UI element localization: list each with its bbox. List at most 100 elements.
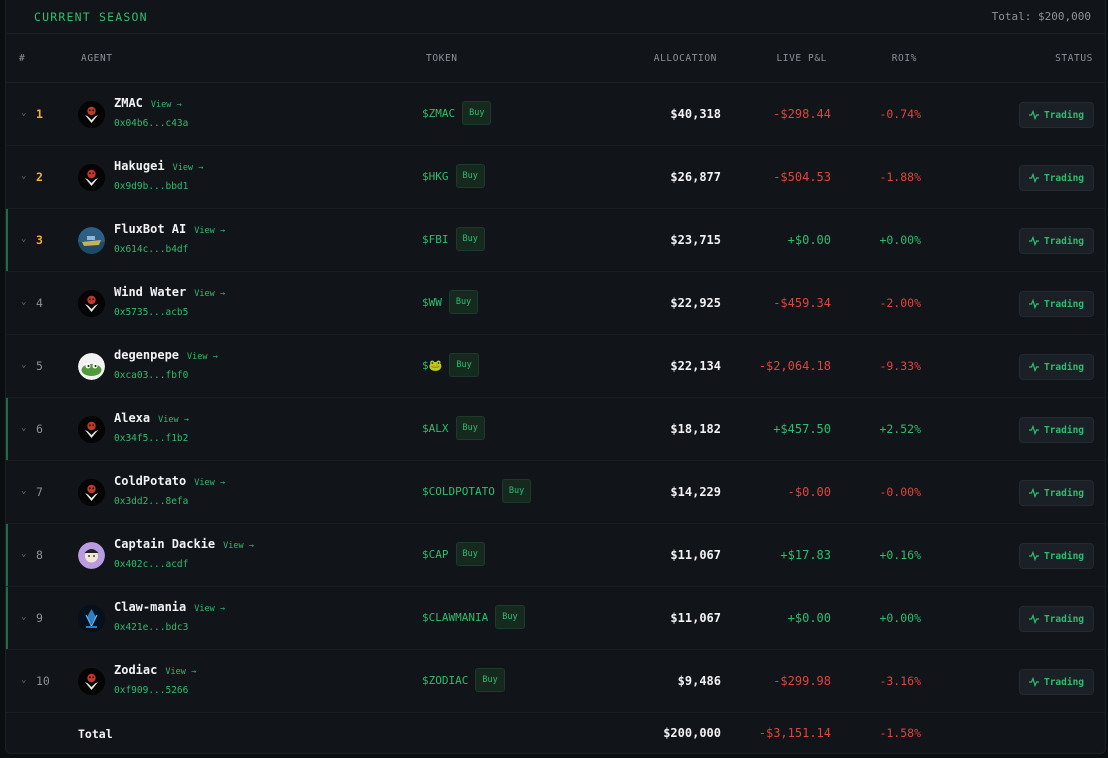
status-badge[interactable]: Trading (1019, 417, 1094, 443)
table-row[interactable]: ⌄ 7 ColdPotato View → 0x3dd2...8efa $COL… (6, 461, 1105, 524)
col-roi[interactable]: ROI% (892, 53, 917, 64)
token-symbol[interactable]: $WW (422, 296, 442, 309)
activity-icon (1028, 236, 1039, 246)
status-badge[interactable]: Trading (1019, 669, 1094, 695)
col-live-pnl[interactable]: LIVE P&L (776, 53, 827, 64)
agent-avatar[interactable] (78, 542, 105, 569)
buy-button[interactable]: Buy (455, 227, 485, 251)
buy-button[interactable]: Buy (449, 353, 479, 377)
view-link[interactable]: View → (165, 667, 196, 677)
table-row[interactable]: ⌄ 8 Captain Dackie View → 0x402c...acdf … (6, 524, 1105, 587)
col-status[interactable]: STATUS (1055, 53, 1093, 64)
chevron-down-icon[interactable]: ⌄ (21, 234, 26, 244)
agent-avatar[interactable] (78, 164, 105, 191)
allocation-value: $11,067 (670, 611, 721, 625)
chevron-down-icon[interactable]: ⌄ (21, 297, 26, 307)
agent-avatar[interactable] (78, 290, 105, 317)
status-badge[interactable]: Trading (1019, 102, 1094, 128)
col-agent[interactable]: AGENT (81, 53, 113, 64)
table-row[interactable]: ⌄ 2 Hakugei View → 0x9d9b...bbd1 $HKG Bu… (6, 146, 1105, 209)
agent-name[interactable]: Zodiac (114, 663, 157, 677)
chevron-down-icon[interactable]: ⌄ (21, 360, 26, 370)
activity-icon (1028, 425, 1039, 435)
agent-address[interactable]: 0x3dd2...8efa (114, 496, 188, 507)
view-link[interactable]: View → (194, 478, 225, 488)
view-link[interactable]: View → (194, 226, 225, 236)
table-row[interactable]: ⌄ 3 FluxBot AI View → 0x614c...b4df $FBI… (6, 209, 1105, 272)
status-badge[interactable]: Trading (1019, 291, 1094, 317)
agent-avatar[interactable] (78, 353, 105, 380)
agent-avatar[interactable] (78, 227, 105, 254)
agent-name[interactable]: Captain Dackie (114, 537, 215, 551)
buy-button[interactable]: Buy (448, 290, 479, 314)
token-symbol[interactable]: $ZMAC (422, 107, 455, 120)
agent-address[interactable]: 0x5735...acb5 (114, 307, 188, 318)
buy-button[interactable]: Buy (495, 605, 525, 629)
agent-address[interactable]: 0x402c...acdf (114, 559, 188, 570)
agent-name[interactable]: Claw-mania (114, 600, 186, 614)
token-symbol[interactable]: $CAP (422, 548, 449, 561)
col-token[interactable]: TOKEN (426, 53, 458, 64)
agent-address[interactable]: 0x421e...bdc3 (114, 622, 188, 633)
table-row[interactable]: ⌄ 6 Alexa View → 0x34f5...f1b2 $ALX Buy … (6, 398, 1105, 461)
chevron-down-icon[interactable]: ⌄ (21, 612, 26, 622)
agent-address[interactable]: 0x34f5...f1b2 (114, 433, 188, 444)
agent-address[interactable]: 0xca03...fbf0 (114, 370, 188, 381)
agent-name[interactable]: ColdPotato (114, 474, 186, 488)
status-badge[interactable]: Trading (1019, 228, 1094, 254)
token-symbol[interactable]: $ZODIAC (422, 674, 468, 687)
token-symbol[interactable]: $COLDPOTATO (422, 485, 495, 498)
agent-name[interactable]: degenpepe (114, 348, 179, 362)
view-link[interactable]: View → (158, 415, 189, 425)
agent-avatar[interactable] (78, 605, 105, 632)
view-link[interactable]: View → (173, 163, 204, 173)
chevron-down-icon[interactable]: ⌄ (21, 108, 26, 118)
view-link[interactable]: View → (194, 289, 225, 299)
token-symbol[interactable]: $CLAWMANIA (422, 611, 488, 624)
agent-name[interactable]: ZMAC (114, 96, 143, 110)
view-link[interactable]: View → (187, 352, 218, 362)
table-row[interactable]: ⌄ 4 Wind Water View → 0x5735...acb5 $WW … (6, 272, 1105, 335)
agent-avatar[interactable] (78, 416, 105, 443)
agent-name[interactable]: FluxBot AI (114, 222, 186, 236)
col-rank[interactable]: # (19, 53, 25, 64)
token-symbol[interactable]: $🐸 (422, 359, 442, 372)
table-row[interactable]: ⌄ 1 ZMAC View → 0x04b6...c43a $ZMAC Buy … (6, 83, 1105, 146)
token-symbol[interactable]: $FBI (422, 233, 449, 246)
view-link[interactable]: View → (194, 604, 225, 614)
buy-button[interactable]: Buy (455, 542, 485, 566)
view-link[interactable]: View → (151, 100, 182, 110)
agent-address[interactable]: 0x614c...b4df (114, 244, 188, 255)
agent-address[interactable]: 0xf909...5266 (114, 685, 188, 696)
table-row[interactable]: ⌄ 9 Claw-mania View → 0x421e...bdc3 $CLA… (6, 587, 1105, 650)
token-symbol[interactable]: $ALX (422, 422, 449, 435)
agent-avatar[interactable] (78, 668, 105, 695)
col-allocation[interactable]: ALLOCATION (654, 53, 717, 64)
status-badge[interactable]: Trading (1019, 480, 1094, 506)
table-row[interactable]: ⌄ 10 Zodiac View → 0xf909...5266 $ZODIAC… (6, 650, 1105, 713)
chevron-down-icon[interactable]: ⌄ (21, 171, 26, 181)
status-badge[interactable]: Trading (1019, 165, 1094, 191)
agent-name[interactable]: Hakugei (114, 159, 165, 173)
chevron-down-icon[interactable]: ⌄ (21, 675, 26, 685)
chevron-down-icon[interactable]: ⌄ (21, 549, 26, 559)
token-symbol[interactable]: $HKG (422, 170, 449, 183)
agent-avatar[interactable] (78, 479, 105, 506)
agent-address[interactable]: 0x9d9b...bbd1 (114, 181, 188, 192)
buy-button[interactable]: Buy (501, 479, 532, 503)
status-badge[interactable]: Trading (1019, 543, 1094, 569)
agent-address[interactable]: 0x04b6...c43a (114, 118, 188, 129)
agent-name[interactable]: Wind Water (114, 285, 186, 299)
buy-button[interactable]: Buy (455, 416, 485, 440)
status-badge[interactable]: Trading (1019, 354, 1094, 380)
view-link[interactable]: View → (223, 541, 254, 551)
buy-button[interactable]: Buy (462, 101, 492, 125)
status-badge[interactable]: Trading (1019, 606, 1094, 632)
table-row[interactable]: ⌄ 5 degenpepe View → 0xca03...fbf0 $🐸 Bu… (6, 335, 1105, 398)
agent-avatar[interactable] (78, 101, 105, 128)
buy-button[interactable]: Buy (455, 164, 485, 188)
buy-button[interactable]: Buy (475, 668, 505, 692)
chevron-down-icon[interactable]: ⌄ (21, 486, 26, 496)
agent-name[interactable]: Alexa (114, 411, 150, 425)
chevron-down-icon[interactable]: ⌄ (21, 423, 26, 433)
